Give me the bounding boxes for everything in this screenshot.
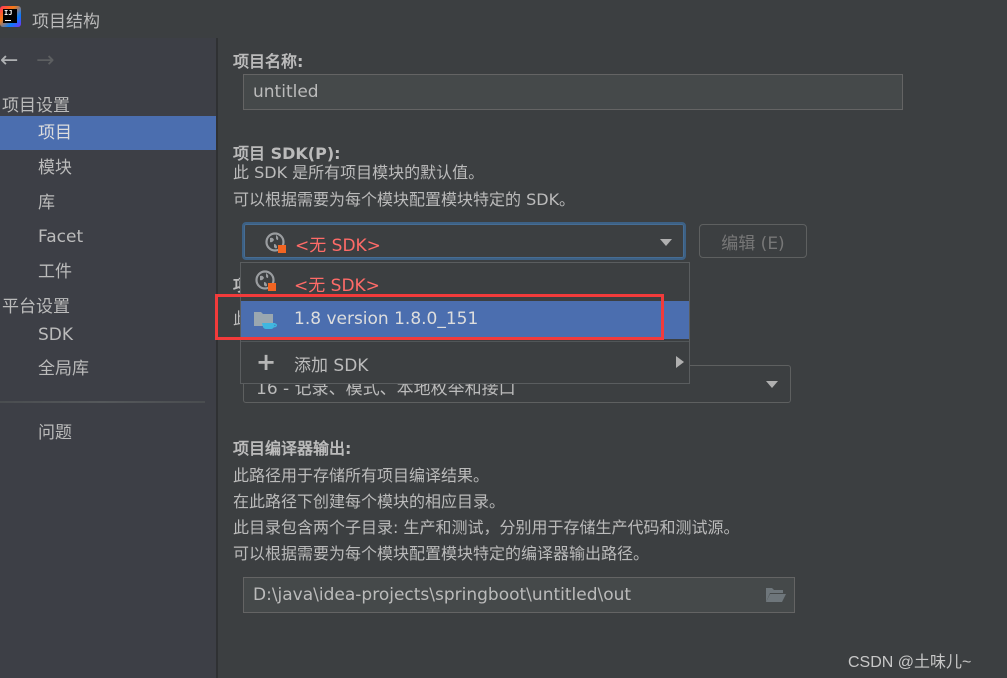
project-name-value: untitled [253, 82, 319, 102]
compiler-output-desc-4: 可以根据需要为每个模块配置模块特定的编译器输出路径。 [233, 544, 650, 563]
compiler-output-desc-3: 此目录包含两个子目录: 生产和测试，分别用于存储生产代码和测试源。 [233, 518, 740, 537]
sidebar-item-label: 全局库 [38, 359, 89, 379]
jdk-folder-icon [253, 309, 277, 336]
plus-icon: + [256, 348, 277, 376]
sdk-option-label: <无 SDK> [294, 276, 380, 296]
submenu-arrow-icon [676, 356, 684, 368]
sidebar-item-facets[interactable]: Facet [0, 220, 216, 254]
project-sdk-desc-2: 可以根据需要为每个模块配置模块特定的 SDK。 [233, 190, 576, 209]
sidebar-item-label: 项目 [38, 123, 72, 143]
sidebar-item-label: 模块 [38, 158, 72, 178]
add-sdk-label: 添加 SDK [294, 356, 369, 376]
sidebar-item-label: Facet [38, 227, 84, 247]
intellij-logo-icon: IJ [0, 6, 21, 27]
add-sdk-menu-item[interactable]: + 添加 SDK [241, 343, 689, 381]
logo-text: IJ [4, 9, 13, 17]
sidebar-item-modules[interactable]: 模块 [0, 151, 216, 185]
sidebar-group-project-settings: 项目设置 [2, 96, 70, 116]
back-arrow-icon[interactable]: ← [0, 50, 36, 72]
sidebar-group-platform-settings: 平台设置 [2, 297, 70, 317]
compiler-output-path-input[interactable]: D:\java\idea-projects\springboot\untitle… [243, 577, 795, 613]
project-name-label: 项目名称: [233, 52, 304, 71]
sdk-option-no-sdk[interactable]: <无 SDK> [241, 263, 689, 301]
dropdown-separator [241, 341, 689, 342]
sidebar-item-label: 工件 [38, 262, 72, 282]
window-title: 项目结构 [32, 12, 100, 32]
compiler-output-desc-1: 此路径用于存储所有项目编译结果。 [233, 466, 490, 485]
browse-folder-icon[interactable] [765, 586, 787, 609]
sidebar-item-problems[interactable]: 问题 [0, 416, 216, 450]
sdk-option-jdk-1-8[interactable]: 1.8 version 1.8.0_151 [241, 301, 689, 339]
project-sdk-combobox[interactable]: <无 SDK> [242, 222, 686, 260]
sidebar-item-libraries[interactable]: 库 [0, 186, 216, 220]
sidebar-item-project[interactable]: 项目 [0, 116, 216, 150]
title-bar: IJ 项目结构 [0, 0, 1007, 38]
compiler-output-path-value: D:\java\idea-projects\springboot\untitle… [253, 585, 632, 605]
sidebar-item-label: 库 [38, 193, 55, 213]
project-sdk-selected: <无 SDK> [295, 236, 381, 256]
sidebar-item-sdks[interactable]: SDK [0, 318, 216, 352]
compiler-output-label: 项目编译器输出: [233, 439, 352, 458]
globe-icon [255, 270, 277, 297]
sdk-dropdown-popup: <无 SDK> 1.8 version 1.8.0_151 + 添加 SDK [240, 262, 690, 384]
sidebar-item-label: SDK [38, 325, 74, 345]
project-name-input[interactable]: untitled [243, 74, 903, 110]
chevron-down-icon[interactable] [660, 239, 672, 246]
sidebar-item-label: 问题 [38, 423, 72, 443]
sidebar-separator [0, 401, 205, 403]
sdk-option-label: 1.8 version 1.8.0_151 [294, 309, 479, 329]
nav-arrows: ← → [0, 50, 72, 72]
project-sdk-desc-1: 此 SDK 是所有项目模块的默认值。 [233, 163, 485, 182]
compiler-output-desc-2: 在此路径下创建每个模块的相应目录。 [233, 492, 506, 511]
watermark: CSDN @土味儿~ [848, 654, 972, 671]
chevron-down-icon[interactable] [766, 381, 778, 388]
edit-sdk-button[interactable]: 编辑 (E) [699, 224, 807, 258]
forward-arrow-icon[interactable]: → [36, 50, 72, 72]
sidebar-item-artifacts[interactable]: 工件 [0, 255, 216, 289]
edit-sdk-button-label: 编辑 (E) [721, 233, 785, 254]
sidebar-item-global-libraries[interactable]: 全局库 [0, 352, 216, 386]
globe-icon [265, 232, 287, 259]
